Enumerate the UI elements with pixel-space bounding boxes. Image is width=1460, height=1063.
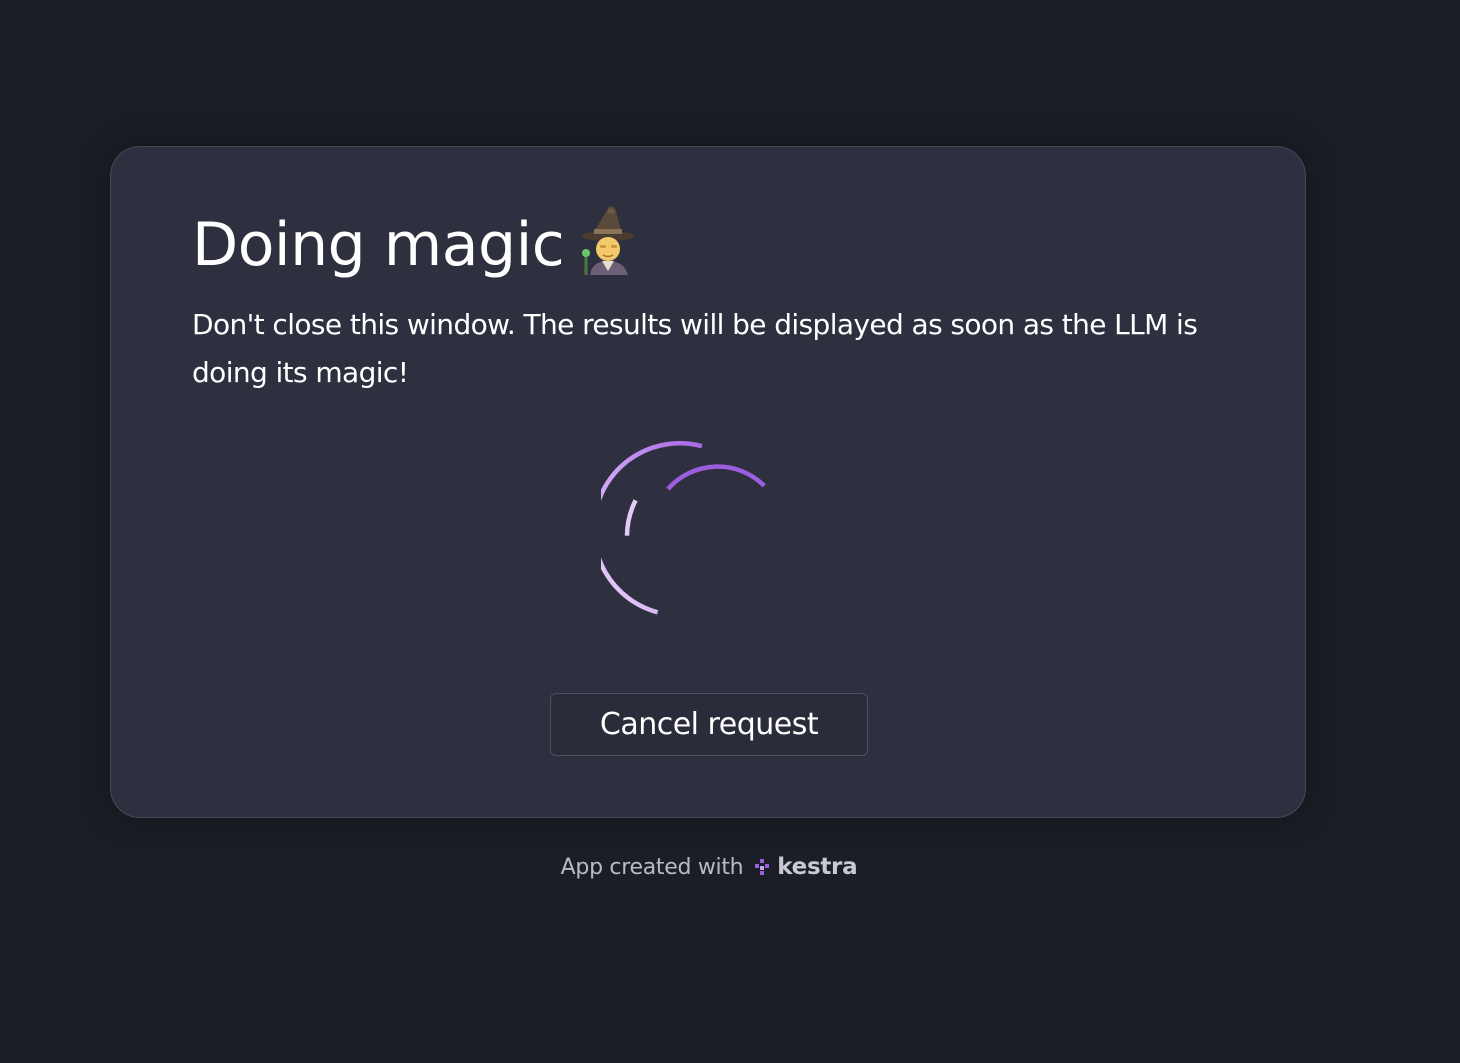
title-text: Doing magic — [192, 210, 565, 280]
page-title: Doing magic — [192, 205, 640, 283]
description: Don't close this window. The results wil… — [192, 308, 1198, 389]
kestra-link[interactable]: kestra — [753, 854, 858, 880]
page: Doing magic Don't close this window. The… — [0, 0, 1460, 1063]
loading-spinner — [591, 441, 791, 631]
mage-icon — [578, 205, 640, 275]
kestra-logo-icon — [753, 858, 771, 876]
cancel-request-button[interactable]: Cancel request — [550, 693, 868, 756]
footer: App created with kestra — [0, 854, 1418, 880]
footer-text: App created with — [560, 854, 744, 880]
kestra-brand-text: kestra — [777, 854, 858, 880]
loading-dialog: Doing magic Don't close this window. The… — [110, 146, 1306, 818]
